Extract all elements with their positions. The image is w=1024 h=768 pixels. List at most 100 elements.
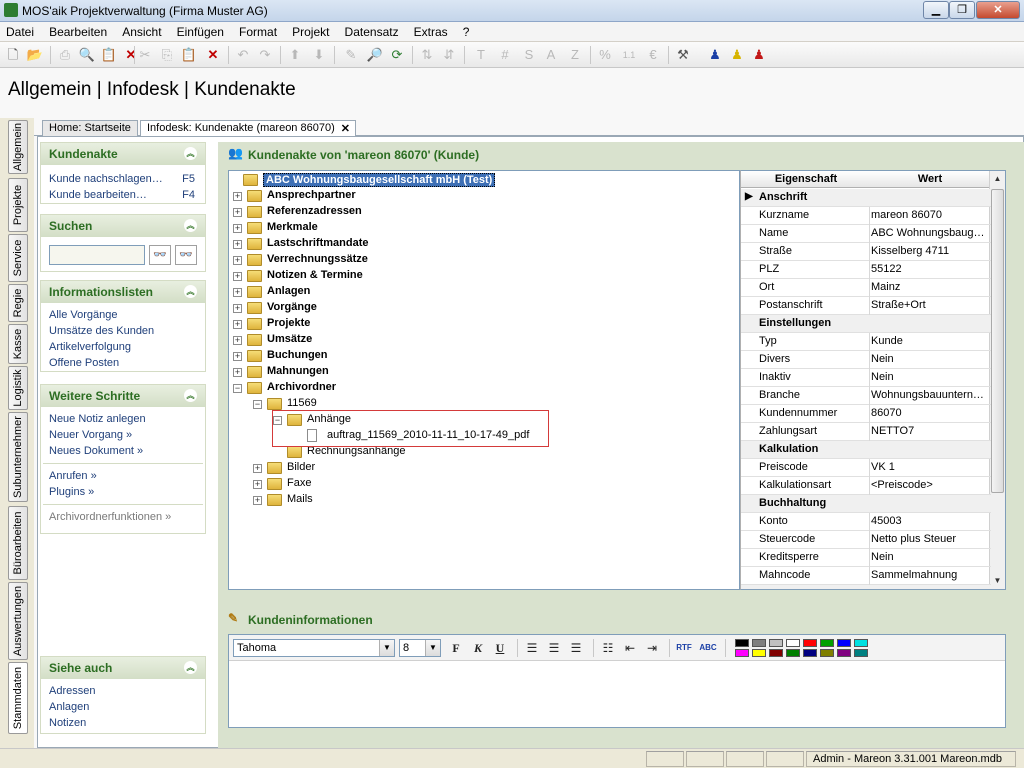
tab-home[interactable]: Home: Startseite xyxy=(42,120,138,136)
color-swatch[interactable] xyxy=(786,639,800,647)
color-swatch[interactable] xyxy=(803,639,817,647)
refresh-icon[interactable]: ⟳ xyxy=(388,46,406,64)
undo-icon[interactable]: ↶ xyxy=(234,46,252,64)
bold-icon[interactable]: F xyxy=(447,640,465,656)
color-swatch[interactable] xyxy=(786,649,800,657)
grid-value[interactable]: Kunde xyxy=(871,335,989,347)
menu-help[interactable]: ? xyxy=(457,22,476,39)
sort-icon[interactable]: ⇅ xyxy=(418,46,436,64)
side-tab-subunternehmer[interactable]: Subunternehmer xyxy=(8,412,28,502)
expand-icon[interactable]: + xyxy=(233,304,242,313)
grid-row[interactable]: Postanschrift Straße+Ort xyxy=(741,297,991,315)
redo-icon[interactable]: ↷ xyxy=(256,46,274,64)
align-left-icon[interactable]: ☰ xyxy=(523,640,541,656)
expand-icon[interactable]: + xyxy=(233,320,242,329)
collapse-icon[interactable]: ︽ xyxy=(184,147,197,160)
bullet-list-icon[interactable]: ☷ xyxy=(599,640,617,656)
grid-row[interactable]: Steuercode Netto plus Steuer xyxy=(741,531,991,549)
font-size-select[interactable]: 8 ▼ xyxy=(399,639,441,657)
cancel-icon[interactable]: ✕ xyxy=(204,46,222,64)
rtf-icon[interactable]: RTF xyxy=(675,640,693,656)
align-center-icon[interactable]: ☰ xyxy=(545,640,563,656)
color-swatch[interactable] xyxy=(752,649,766,657)
link-artikelverfolgung[interactable]: Artikelverfolgung xyxy=(41,339,205,355)
side-tab-kasse[interactable]: Kasse xyxy=(8,324,28,364)
grid-value[interactable]: VK 1 xyxy=(871,461,989,473)
link-offene-posten[interactable]: Offene Posten xyxy=(41,355,205,371)
grid-value[interactable]: 45003 xyxy=(871,515,989,527)
color-swatch[interactable] xyxy=(820,649,834,657)
tab-kundenakte[interactable]: Infodesk: Kundenakte (mareon 86070) ✕ xyxy=(140,120,356,137)
menu-datei[interactable]: Datei xyxy=(0,22,40,39)
user-blue-icon[interactable]: ♟ xyxy=(706,46,724,64)
expand-icon[interactable]: + xyxy=(233,288,242,297)
grid-row[interactable]: Divers Nein xyxy=(741,351,991,369)
property-grid[interactable]: Eigenschaft Wert ▲ ▼ ▶ Anschrift Kurzname m… xyxy=(740,170,1006,590)
menu-bearbeiten[interactable]: Bearbeiten xyxy=(43,22,113,39)
indent-icon[interactable]: ⇥ xyxy=(643,640,661,656)
grid-value[interactable]: Wohnungsbauuntern… xyxy=(871,389,989,401)
move-up-icon[interactable]: ⬆ xyxy=(286,46,304,64)
link-anrufen[interactable]: Anrufen » xyxy=(41,468,205,484)
tools-icon[interactable]: ⚒ xyxy=(674,46,692,64)
scroll-up-icon[interactable]: ▲ xyxy=(991,172,1004,186)
grid-row[interactable]: Inaktiv Nein xyxy=(741,369,991,387)
grid-value[interactable]: Nein xyxy=(871,371,989,383)
menu-ansicht[interactable]: Ansicht xyxy=(116,22,167,39)
link-plugins[interactable]: Plugins » xyxy=(41,484,205,500)
collapse-icon[interactable]: ︽ xyxy=(184,661,197,674)
side-tab-allgemein[interactable]: Allgemein xyxy=(8,120,28,174)
grid-value[interactable]: Kisselberg 4711 xyxy=(871,245,989,257)
link-anlagen[interactable]: Anlagen xyxy=(41,699,205,715)
text-format-icon[interactable]: T xyxy=(472,46,490,64)
side-tab-bueroarbeiten[interactable]: Büroarbeiten xyxy=(8,506,28,580)
side-tab-logistik[interactable]: Logistik xyxy=(8,366,28,410)
collapse-icon[interactable]: ︽ xyxy=(184,389,197,402)
find-binoculars-icon[interactable]: 👓 xyxy=(149,245,171,265)
grid-row[interactable]: Name ABC Wohnungsbaug… xyxy=(741,225,991,243)
color-swatch[interactable] xyxy=(803,649,817,657)
grid-value[interactable]: Straße+Ort xyxy=(871,299,989,311)
collapse-icon[interactable]: − xyxy=(253,400,262,409)
s-format-icon[interactable]: S xyxy=(520,46,538,64)
grid-value[interactable]: NETTO7 xyxy=(871,425,989,437)
grid-value[interactable]: Sammelmahnung xyxy=(871,569,989,581)
minimize-button[interactable]: ▁ xyxy=(923,1,949,19)
close-button[interactable]: ✕ xyxy=(976,1,1020,19)
link-notizen[interactable]: Notizen xyxy=(41,715,205,731)
grid-row[interactable]: Kurzname mareon 86070 xyxy=(741,207,991,225)
collapse-icon[interactable]: ︽ xyxy=(184,285,197,298)
color-swatch[interactable] xyxy=(735,649,749,657)
collapse-icon[interactable]: ︽ xyxy=(184,219,197,232)
grid-row[interactable]: Typ Kunde xyxy=(741,333,991,351)
expand-icon[interactable]: + xyxy=(233,368,242,377)
grid-value[interactable]: mareon 86070 xyxy=(871,209,989,221)
side-tab-projekte[interactable]: Projekte xyxy=(8,178,28,232)
link-adressen[interactable]: Adressen xyxy=(41,683,205,699)
menu-projekt[interactable]: Projekt xyxy=(286,22,335,39)
scroll-thumb[interactable] xyxy=(991,189,1004,493)
expand-icon[interactable]: + xyxy=(233,192,242,201)
side-tab-regie[interactable]: Regie xyxy=(8,284,28,322)
expand-icon[interactable]: + xyxy=(233,336,242,345)
find-next-icon[interactable]: 👓 xyxy=(175,245,197,265)
grid-row[interactable]: Konto 45003 xyxy=(741,513,991,531)
outdent-icon[interactable]: ⇤ xyxy=(621,640,639,656)
link-kunde-nachschlagen[interactable]: Kunde nachschlagen… F5 xyxy=(41,171,205,187)
menu-datensatz[interactable]: Datensatz xyxy=(339,22,405,39)
filter-icon[interactable]: ⇵ xyxy=(440,46,458,64)
grid-row[interactable]: Kreditsperre Nein xyxy=(741,549,991,567)
paste-special-icon[interactable]: 📋 xyxy=(180,46,198,64)
side-tab-auswertungen[interactable]: Auswertungen xyxy=(8,582,28,660)
search-input[interactable] xyxy=(49,245,145,265)
color-swatch[interactable] xyxy=(854,649,868,657)
color-swatch[interactable] xyxy=(769,649,783,657)
grid-value[interactable]: Mainz xyxy=(871,281,989,293)
align-right-icon[interactable]: ☰ xyxy=(567,640,585,656)
new-document-icon[interactable]: 🗋 xyxy=(4,46,22,64)
grid-category-row[interactable]: Kalkulation xyxy=(741,441,991,459)
open-folder-icon[interactable]: 📂 xyxy=(26,46,44,64)
underline-icon[interactable]: U xyxy=(491,640,509,656)
currency-icon[interactable]: € xyxy=(644,46,662,64)
grid-row[interactable]: Kundennummer 86070 xyxy=(741,405,991,423)
